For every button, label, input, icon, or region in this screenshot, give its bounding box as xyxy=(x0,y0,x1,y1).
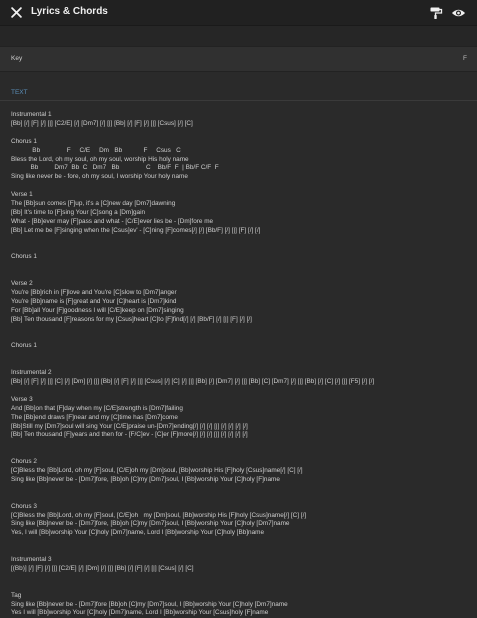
lyrics-line: [Bb] Let me be [F]singing when the [Csus… xyxy=(11,226,261,234)
lyrics-line xyxy=(11,485,466,494)
lyrics-line: Sing like never be - fore, oh my soul, I… xyxy=(11,173,188,181)
lyrics-section: Verse 1 The [Bb]sun comes [F]up, it's a [… xyxy=(11,182,466,235)
lyrics-section: Chorus 1 xyxy=(11,236,466,263)
lyrics-line xyxy=(11,449,466,458)
lyrics-line: The [Bb]end draws [F]near and my [C]time… xyxy=(11,413,178,421)
lyrics-line: Chorus 1 xyxy=(11,137,37,145)
eye-icon[interactable] xyxy=(449,4,467,22)
lyrics-section: Tag Sing like [Bb]never be - [Dm7]fore [B… xyxy=(11,574,466,618)
lyrics-line: [Bb] Ten thousand [F]reasons for my [Csu… xyxy=(11,315,252,323)
lyrics-line: [(Bb)] [/] [F] [/] [|] [C2/E] [/] [Dm] [… xyxy=(11,564,194,572)
key-selector[interactable]: Key F xyxy=(0,46,477,72)
lyrics-text-area[interactable]: Instrumental 1 [Bb] [/] [F] [/] [|] [C2/E… xyxy=(0,101,477,618)
lyrics-line: [Bb]Still my [Dm7]soul will sing Your [C… xyxy=(11,422,248,430)
lyrics-line: Tag xyxy=(11,591,22,599)
lyrics-line xyxy=(11,334,466,343)
lyrics-line: Instrumental 1 xyxy=(11,111,52,118)
lyrics-section: Verse 3 And [Bb]on that [F]day when my [C… xyxy=(11,387,466,440)
lyrics-line xyxy=(11,236,466,245)
lyrics-line xyxy=(11,538,466,547)
key-value[interactable]: F xyxy=(463,55,467,64)
text-section-label: TEXT xyxy=(0,86,477,101)
lyrics-line xyxy=(11,440,466,449)
lyrics-line: Sing like [Bb]never be - [Dm7]fore, [Bb]… xyxy=(11,520,290,528)
app-bar: Lyrics & Chords xyxy=(0,0,477,26)
lyrics-section: Chorus 2 [C]Bless the [Bb]Lord, oh my [F]… xyxy=(11,440,466,485)
close-icon[interactable] xyxy=(8,5,24,21)
lyrics-line: You're [Bb]rich in [F]love and You're [C… xyxy=(11,289,177,297)
lyrics-line xyxy=(11,360,466,369)
lyrics-line: Sing like [Bb]never be - [Dm7]fore, [Bb]… xyxy=(11,475,280,483)
lyrics-line xyxy=(11,574,466,583)
lyrics-line: [Bb] It's time to [F]sing Your [C]song a… xyxy=(11,208,146,216)
lyrics-line xyxy=(11,387,466,396)
lyrics-line: Bless the Lord, oh my soul, oh my soul, … xyxy=(11,155,189,163)
lyrics-section: Instrumental 3 [(Bb)] [/] [F] [/] [|] [C2… xyxy=(11,538,466,574)
lyrics-line xyxy=(11,547,466,556)
lyrics-section: Chorus 1 xyxy=(11,325,466,352)
lyrics-line: Chorus 3 xyxy=(11,502,37,510)
lyrics-line: For [Bb]all Your [F]goodness I will [C/E… xyxy=(11,306,184,314)
lyrics-line: [C]Bless the [Bb]Lord, oh my [F]soul, [C… xyxy=(11,467,303,475)
lyrics-line: Chorus 1 xyxy=(11,342,37,350)
lyrics-line: [Bb] Ten thousand [F]years and then for … xyxy=(11,431,248,439)
lyrics-line: Bb F C/E Dm Bb F Csus C xyxy=(11,146,181,154)
lyrics-line: Verse 3 xyxy=(11,395,33,403)
lyrics-section: Chorus 1 Bb F C/E Dm Bb F Csus C Bless th… xyxy=(11,129,466,182)
key-label: Key xyxy=(11,54,23,62)
lyrics-line xyxy=(11,262,466,271)
lyrics-line xyxy=(11,271,466,280)
lyrics-line xyxy=(11,494,466,503)
lyrics-line xyxy=(11,182,466,191)
lyrics-line: Chorus 1 xyxy=(11,253,37,261)
lyrics-line xyxy=(11,325,466,334)
lyrics-section: Instrumental 1 [Bb] [/] [F] [/] [|] [C2/E… xyxy=(11,111,466,129)
lyrics-line: You're [Bb]name is [F]great and Your [C]… xyxy=(11,297,177,305)
lyrics-line: [Bb] [/] [F] [/] [|] [C2/E] [/] [Dm7] [/… xyxy=(11,119,193,127)
lyrics-line: Yes I will [Bb]worship Your [C]holy [Dm7… xyxy=(11,609,269,617)
toolbar-spacer xyxy=(0,26,477,46)
lyrics-line xyxy=(11,245,466,254)
lyrics-line: And [Bb]on that [F]day when my [C/E]stre… xyxy=(11,404,183,412)
lyrics-line: [Bb] [/] [F] [/] [|] [C] [/] [Dm] [/] [|… xyxy=(11,378,375,386)
lyrics-line: Bb Dm7 Bb C Dm7 Bb C Bb/F F | Bb/F C/F F xyxy=(11,164,219,172)
lyrics-line: Chorus 2 xyxy=(11,458,37,466)
lyrics-line: Verse 1 xyxy=(11,191,33,199)
lyrics-line: Sing like [Bb]never be - [Dm7]fore [Bb]o… xyxy=(11,600,288,608)
lyrics-line: The [Bb]sun comes [F]up, it's a [C]new d… xyxy=(11,200,176,208)
lyrics-line: Verse 2 xyxy=(11,280,33,288)
lyrics-line xyxy=(11,129,466,138)
page-title: Lyrics & Chords xyxy=(31,6,108,18)
lyrics-line: Yes, I will [Bb]worship Your [C]holy [Dm… xyxy=(11,529,265,537)
lyrics-line: What - [Bb]ever may [F]pass and what - [… xyxy=(11,217,214,225)
paint-roller-icon[interactable] xyxy=(427,4,445,22)
lyrics-line: [C]Bless the [Bb]Lord, oh my [F]soul, [C… xyxy=(11,511,307,519)
lyrics-section: Chorus 3 [C]Bless the [Bb]Lord, oh my [F]… xyxy=(11,485,466,538)
lyrics-line xyxy=(11,583,466,592)
lyrics-line xyxy=(11,351,466,360)
lyrics-section: Verse 2 You're [Bb]rich in [F]love and Yo… xyxy=(11,262,466,324)
lyrics-line: Instrumental 2 xyxy=(11,369,52,377)
lyrics-line: Instrumental 3 xyxy=(11,556,52,564)
lyrics-section: Instrumental 2 [Bb] [/] [F] [/] [|] [C] [… xyxy=(11,351,466,387)
